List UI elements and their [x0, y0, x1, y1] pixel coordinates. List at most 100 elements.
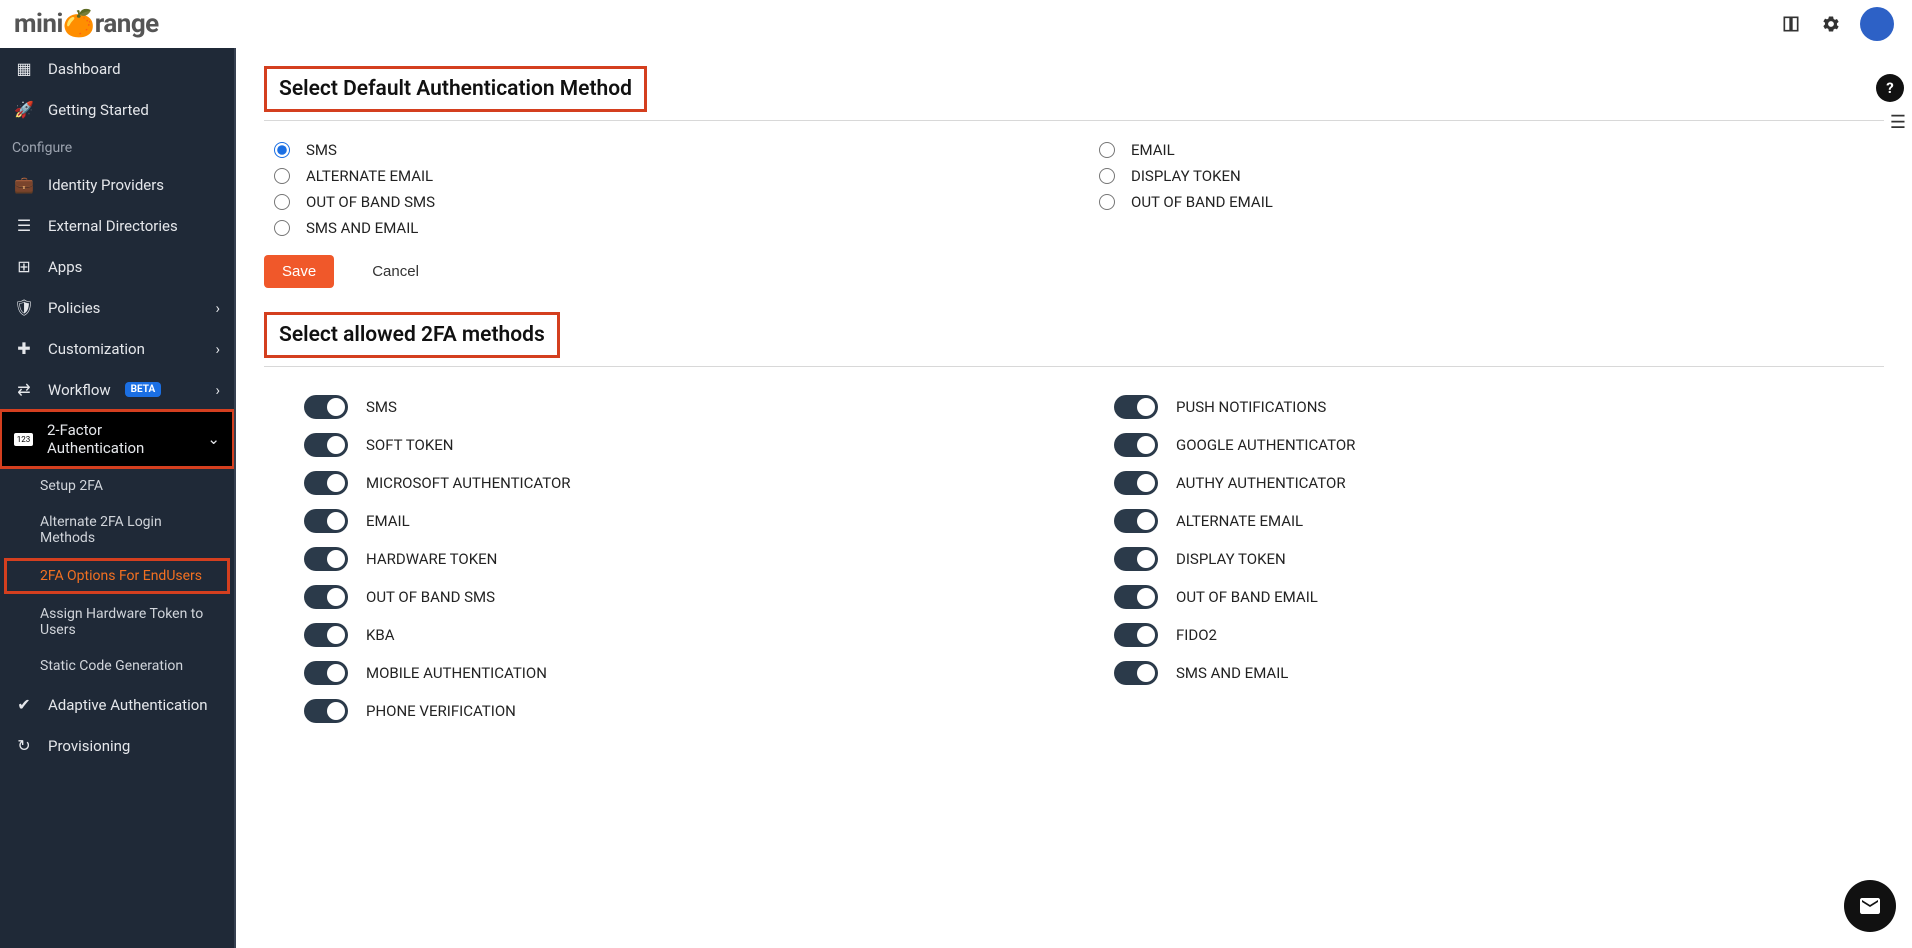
beta-badge: BETA: [125, 382, 162, 397]
radio-label: SMS AND EMAIL: [306, 219, 418, 237]
toggle-switch[interactable]: [1114, 585, 1158, 609]
dashboard-icon: ▦: [14, 59, 34, 78]
shield-check-icon: ✔: [14, 695, 34, 714]
toggle-switch[interactable]: [304, 509, 348, 533]
radio-label: DISPLAY TOKEN: [1131, 167, 1241, 185]
section-title-default-method: Select Default Authentication Method: [264, 66, 647, 112]
workflow-icon: ⇄: [14, 380, 34, 399]
toggle-label: SMS AND EMAIL: [1176, 664, 1288, 682]
toggle-switch[interactable]: [304, 623, 348, 647]
sidebar-sub-alternate[interactable]: Alternate 2FA Login Methods: [0, 504, 234, 556]
toggle-row: FIDO2: [1114, 623, 1884, 647]
radio-grid: SMS ALTERNATE EMAIL OUT OF BAND SMS SMS AND…: [274, 141, 1884, 237]
toggle-row: DISPLAY TOKEN: [1114, 547, 1884, 571]
toggle-switch[interactable]: [304, 661, 348, 685]
grid-icon: ⊞: [14, 257, 34, 276]
toggle-row: OUT OF BAND SMS: [304, 585, 1074, 609]
radio-option[interactable]: OUT OF BAND SMS: [274, 193, 1059, 211]
sidebar-item-2fa[interactable]: 123 2-Factor Authentication ⌄: [0, 410, 234, 468]
toggle-switch[interactable]: [1114, 509, 1158, 533]
toggle-switch[interactable]: [1114, 547, 1158, 571]
avatar[interactable]: [1860, 7, 1894, 41]
sidebar-item-policies[interactable]: 🛡 Policies ›: [0, 287, 234, 328]
toggle-switch[interactable]: [304, 699, 348, 723]
radio-input[interactable]: [1099, 194, 1115, 210]
toggle-row: AUTHY AUTHENTICATOR: [1114, 471, 1884, 495]
radio-input[interactable]: [274, 220, 290, 236]
sidebar-sub-endusers[interactable]: 2FA Options For EndUsers: [4, 558, 230, 594]
panel-toggle-icon[interactable]: ☰: [1890, 112, 1906, 133]
radio-option[interactable]: ALTERNATE EMAIL: [274, 167, 1059, 185]
sidebar-item-provisioning[interactable]: ↻ Provisioning: [0, 725, 234, 766]
sidebar-item-external-directories[interactable]: ☰ External Directories: [0, 205, 234, 246]
toggle-switch[interactable]: [304, 433, 348, 457]
section-2: Select allowed 2FA methods SMSSOFT TOKEN…: [264, 312, 1884, 723]
toggle-switch[interactable]: [304, 547, 348, 571]
briefcase-icon: 💼: [14, 175, 34, 194]
radio-option[interactable]: SMS AND EMAIL: [274, 219, 1059, 237]
topbar: mini🍊range: [0, 0, 1912, 48]
toggle-row: PUSH NOTIFICATIONS: [1114, 395, 1884, 419]
toggle-switch[interactable]: [1114, 433, 1158, 457]
toggle-row: KBA: [304, 623, 1074, 647]
toggle-label: FIDO2: [1176, 626, 1217, 644]
radio-option[interactable]: DISPLAY TOKEN: [1099, 167, 1884, 185]
sidebar-item-apps[interactable]: ⊞ Apps: [0, 246, 234, 287]
toggle-label: GOOGLE AUTHENTICATOR: [1176, 436, 1355, 454]
sidebar-item-label: Customization: [48, 340, 145, 358]
radio-input[interactable]: [1099, 142, 1115, 158]
sidebar: ▦ Dashboard 🚀 Getting Started Configure …: [0, 48, 236, 948]
radio-option[interactable]: SMS: [274, 141, 1059, 159]
rocket-icon: 🚀: [14, 100, 34, 119]
sidebar-sub-setup2fa[interactable]: Setup 2FA: [0, 468, 234, 504]
settings-icon[interactable]: [1820, 13, 1842, 35]
help-button[interactable]: ?: [1876, 74, 1904, 102]
sidebar-sub-static[interactable]: Static Code Generation: [0, 648, 234, 684]
radio-input[interactable]: [274, 168, 290, 184]
sidebar-item-workflow[interactable]: ⇄ Workflow BETA ›: [0, 369, 234, 410]
toggle-switch[interactable]: [304, 585, 348, 609]
sidebar-item-label: Policies: [48, 299, 100, 317]
sidebar-sub-hardware[interactable]: Assign Hardware Token to Users: [0, 596, 234, 648]
toggle-row: EMAIL: [304, 509, 1074, 533]
radio-label: OUT OF BAND SMS: [306, 193, 435, 211]
toggle-label: KBA: [366, 626, 395, 644]
sidebar-item-identity-providers[interactable]: 💼 Identity Providers: [0, 164, 234, 205]
chevron-right-icon: ›: [215, 381, 220, 399]
toggle-switch[interactable]: [304, 471, 348, 495]
cancel-button[interactable]: Cancel: [354, 255, 437, 288]
radio-label: EMAIL: [1131, 141, 1175, 159]
toggle-row: HARDWARE TOKEN: [304, 547, 1074, 571]
toggle-label: EMAIL: [366, 512, 410, 530]
radio-input[interactable]: [274, 142, 290, 158]
toggle-row: SMS AND EMAIL: [1114, 661, 1884, 685]
toggle-switch[interactable]: [1114, 395, 1158, 419]
toggle-switch[interactable]: [1114, 661, 1158, 685]
sidebar-section-label: Configure: [0, 130, 234, 164]
toggle-switch[interactable]: [304, 395, 348, 419]
docs-icon[interactable]: [1780, 13, 1802, 35]
sidebar-item-label: Identity Providers: [48, 176, 164, 194]
save-button[interactable]: Save: [264, 255, 334, 288]
sidebar-item-getting-started[interactable]: 🚀 Getting Started: [0, 89, 234, 130]
section-1: Select Default Authentication Method SMS…: [264, 66, 1884, 288]
sidebar-item-label: External Directories: [48, 217, 178, 235]
radio-option[interactable]: OUT OF BAND EMAIL: [1099, 193, 1884, 211]
sidebar-item-dashboard[interactable]: ▦ Dashboard: [0, 48, 234, 89]
toggle-row: OUT OF BAND EMAIL: [1114, 585, 1884, 609]
sidebar-item-customization[interactable]: ✚ Customization ›: [0, 328, 234, 369]
toggle-row: SMS: [304, 395, 1074, 419]
toggle-switch[interactable]: [1114, 471, 1158, 495]
toggle-label: OUT OF BAND SMS: [366, 588, 495, 606]
chat-button[interactable]: [1844, 880, 1896, 932]
radio-option[interactable]: EMAIL: [1099, 141, 1884, 159]
toggle-label: ALTERNATE EMAIL: [1176, 512, 1303, 530]
main-content: Select Default Authentication Method SMS…: [236, 48, 1912, 948]
sidebar-item-adaptive[interactable]: ✔ Adaptive Authentication: [0, 684, 234, 725]
toggle-row: SOFT TOKEN: [304, 433, 1074, 457]
radio-input[interactable]: [274, 194, 290, 210]
toggle-switch[interactable]: [1114, 623, 1158, 647]
radio-input[interactable]: [1099, 168, 1115, 184]
2fa-icon: 123: [14, 433, 33, 446]
radio-label: ALTERNATE EMAIL: [306, 167, 433, 185]
